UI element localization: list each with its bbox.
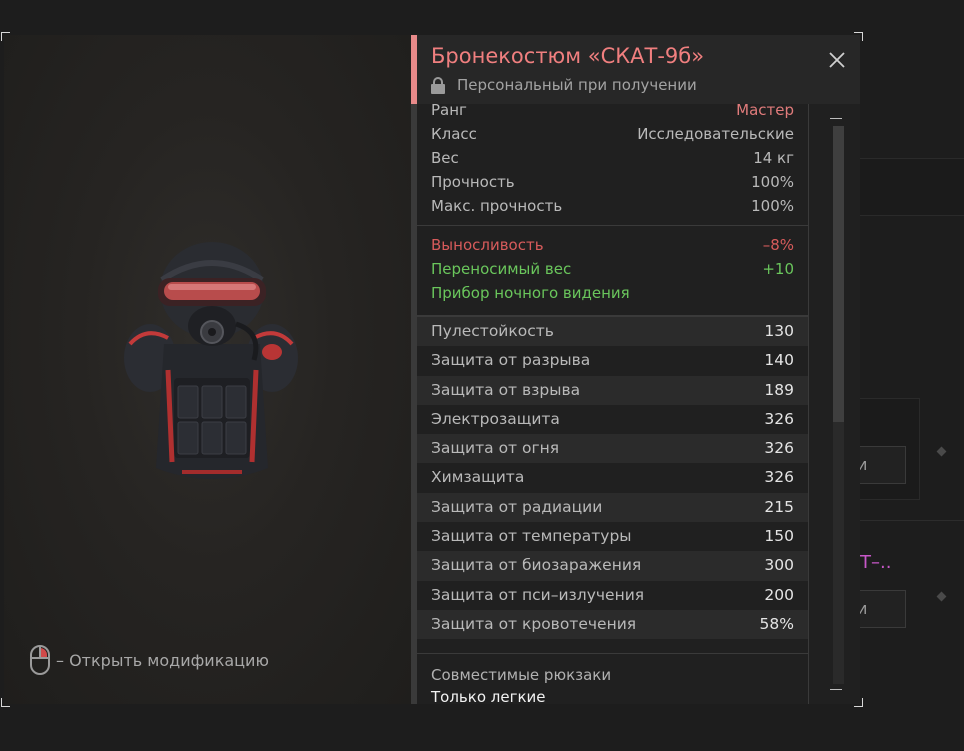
hint-text: – Открыть модификацию	[56, 650, 269, 670]
protection-value: 58%	[759, 614, 794, 633]
protection-value: 215	[764, 497, 794, 516]
info-value: 14 кг	[753, 149, 794, 167]
diamond-icon	[936, 591, 947, 602]
item-binding: Персональный при получении	[431, 76, 697, 94]
close-icon	[829, 52, 845, 68]
protection-value: 326	[764, 409, 794, 428]
protection-value: 189	[764, 380, 794, 399]
armor-suit-image	[124, 242, 298, 479]
mouse-right-click-icon	[30, 645, 50, 675]
protection-section: Пулестойкость 130 Защита от разрыва 140 За…	[417, 317, 808, 640]
background-divider	[860, 520, 964, 521]
protection-row: Защита от температуры 150	[417, 522, 808, 551]
background-pink-title: Т–..	[860, 552, 892, 573]
scroll-track[interactable]	[833, 126, 844, 684]
info-row: Вес 14 кг	[417, 146, 808, 170]
info-label: Прочность	[431, 173, 515, 191]
protection-row: Защита от огня 326	[417, 434, 808, 464]
binding-text: Персональный при получении	[457, 76, 697, 94]
protection-label: Защита от разрыва	[431, 351, 591, 370]
protection-row: Защита от взрыва 189	[417, 375, 808, 405]
protection-label: Защита от кровотечения	[431, 614, 637, 633]
scroll-top-cap	[830, 118, 842, 119]
protection-row: Химзащита 326	[417, 463, 808, 492]
protection-label: Химзащита	[431, 468, 525, 487]
protection-label: Защита от взрыва	[431, 380, 581, 399]
info-section: Ранг Мастер Класс Исследовательские Вес 14 …	[417, 104, 808, 218]
effect-value: –8%	[762, 236, 794, 254]
item-header: Бронекостюм «СКАТ-9б» Персональный при п…	[411, 35, 860, 105]
effects-section: Выносливость –8% Переносимый вес +10 Прибо…	[417, 226, 808, 305]
close-button[interactable]	[826, 51, 848, 73]
effect-label: Переносимый вес	[431, 260, 572, 278]
stats-content: Ранг Мастер Класс Исследовательские Вес 14 …	[417, 104, 809, 704]
protection-row: Защита от радиации 215	[417, 492, 808, 523]
protection-label: Защита от огня	[431, 439, 560, 458]
protection-label: Защита от пси–излучения	[431, 585, 645, 604]
protection-label: Электрозащита	[431, 409, 560, 428]
info-value: Мастер	[736, 104, 794, 119]
protection-value: 300	[764, 556, 794, 575]
info-value: 100%	[751, 197, 794, 215]
info-label: Макс. прочность	[431, 197, 563, 215]
protection-row: Защита от кровотечения 58%	[417, 609, 808, 640]
effect-value: +10	[762, 260, 794, 278]
effect-row: Выносливость –8%	[417, 233, 808, 257]
item-stats-panel[interactable]: Ранг Мастер Класс Исследовательские Вес 14 …	[411, 104, 860, 704]
stats-scrollbar[interactable]	[823, 112, 849, 696]
info-label: Вес	[431, 149, 459, 167]
lock-icon	[431, 76, 445, 94]
protection-row: Защита от разрыва 140	[417, 346, 808, 375]
effect-row: Переносимый вес +10	[417, 257, 808, 281]
item-preview[interactable]: – Открыть модификацию	[4, 35, 411, 704]
item-modal: – Открыть модификацию Бронекостюм «СКАТ-…	[1, 32, 863, 707]
background-panel-top	[858, 158, 964, 216]
compat-value: Только легкие	[431, 688, 546, 704]
open-modification-hint: – Открыть модификацию	[30, 645, 269, 675]
protection-row: Электрозащита 326	[417, 405, 808, 434]
protection-value: 140	[764, 351, 794, 370]
info-row: Прочность 100%	[417, 170, 808, 194]
info-label: Ранг	[431, 104, 467, 119]
protection-value: 326	[764, 439, 794, 458]
scroll-thumb[interactable]	[833, 126, 844, 422]
effect-row: Прибор ночного видения	[417, 281, 808, 305]
info-value: Исследовательские	[637, 125, 794, 143]
info-value: 100%	[751, 173, 794, 191]
header-accent	[411, 35, 417, 104]
protection-label: Пулестойкость	[431, 322, 554, 340]
protection-value: 326	[764, 468, 794, 487]
effect-label: Выносливость	[431, 236, 544, 254]
protection-row: Пулестойкость 130	[417, 317, 808, 347]
compat-label: Совместимые рюкзаки	[431, 666, 612, 685]
item-title: Бронекостюм «СКАТ-9б»	[431, 44, 705, 68]
protection-value: 200	[764, 585, 794, 604]
info-row: Класс Исследовательские	[417, 122, 808, 146]
protection-label: Защита от радиации	[431, 497, 603, 516]
effect-label: Прибор ночного видения	[431, 284, 630, 302]
diamond-icon	[936, 446, 947, 457]
info-label: Класс	[431, 125, 477, 143]
info-row: Макс. прочность 100%	[417, 194, 808, 218]
protection-label: Защита от температуры	[431, 527, 632, 546]
info-row: Ранг Мастер	[417, 104, 808, 122]
protection-row: Защита от пси–излучения 200	[417, 581, 808, 610]
protection-value: 150	[764, 527, 794, 546]
protection-label: Защита от биозаражения	[431, 556, 642, 575]
protection-value: 130	[764, 322, 794, 340]
scroll-bottom-cap	[830, 689, 842, 690]
protection-row: Защита от биозаражения 300	[417, 551, 808, 581]
